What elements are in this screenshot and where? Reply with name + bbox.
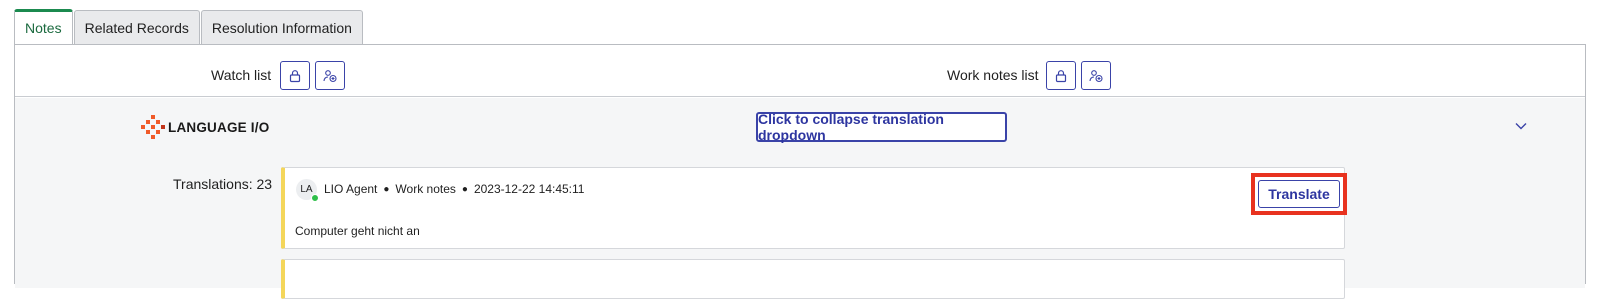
translations-label: Translations: bbox=[173, 176, 253, 192]
add-user-icon bbox=[323, 69, 337, 82]
work-note-card bbox=[281, 259, 1345, 299]
chevron-down-icon[interactable] bbox=[1513, 118, 1529, 134]
note-timestamp: 2023-12-22 14:45:11 bbox=[473, 182, 585, 196]
note-meta: LIO Agent ● Work notes ● 2023-12-22 14:4… bbox=[324, 182, 584, 196]
lock-icon bbox=[1055, 69, 1067, 82]
work-note-card: LA LIO Agent ● Work notes ● 2023-12-22 1… bbox=[281, 167, 1347, 249]
lock-icon bbox=[289, 69, 301, 82]
language-io-logo: LANGUAGE I/O bbox=[139, 115, 269, 139]
language-io-logo-icon bbox=[141, 115, 165, 139]
watch-list-row: Watch list Work notes list bbox=[15, 45, 1585, 97]
bullet-separator: ● bbox=[461, 183, 468, 195]
translate-button[interactable]: Translate bbox=[1258, 180, 1340, 208]
note-message: Computer geht nicht an bbox=[295, 224, 420, 238]
translations-number: 23 bbox=[256, 176, 273, 192]
notes-section: Notes Related Records Resolution Informa… bbox=[0, 0, 1600, 299]
online-status-dot bbox=[311, 194, 319, 202]
tab-resolution-information[interactable]: Resolution Information bbox=[200, 10, 363, 44]
note-type: Work notes bbox=[395, 182, 456, 196]
language-io-logo-text: LANGUAGE I/O bbox=[168, 119, 270, 135]
watch-list-add-button[interactable] bbox=[315, 61, 345, 90]
collapse-translation-button[interactable]: Click to collapse translation dropdown bbox=[756, 111, 1007, 143]
notes-panel: Watch list Work notes list LANGUAGE I/O … bbox=[14, 44, 1586, 299]
work-notes-list-label: Work notes list bbox=[947, 67, 1039, 83]
tab-related-records[interactable]: Related Records bbox=[73, 10, 200, 44]
language-io-section: LANGUAGE I/O Click to collapse translati… bbox=[15, 98, 1585, 299]
watch-list-label: Watch list bbox=[211, 67, 272, 83]
watch-list-lock-button[interactable] bbox=[280, 61, 310, 90]
note-author: LIO Agent bbox=[324, 182, 378, 196]
tab-bar: Notes Related Records Resolution Informa… bbox=[14, 9, 364, 44]
tab-notes[interactable]: Notes bbox=[14, 9, 73, 44]
add-user-icon bbox=[1089, 69, 1103, 82]
work-notes-add-button[interactable] bbox=[1081, 61, 1111, 90]
work-notes-lock-button[interactable] bbox=[1046, 61, 1076, 90]
translations-count: Translations: 23 bbox=[173, 176, 272, 192]
bullet-separator: ● bbox=[383, 183, 390, 195]
